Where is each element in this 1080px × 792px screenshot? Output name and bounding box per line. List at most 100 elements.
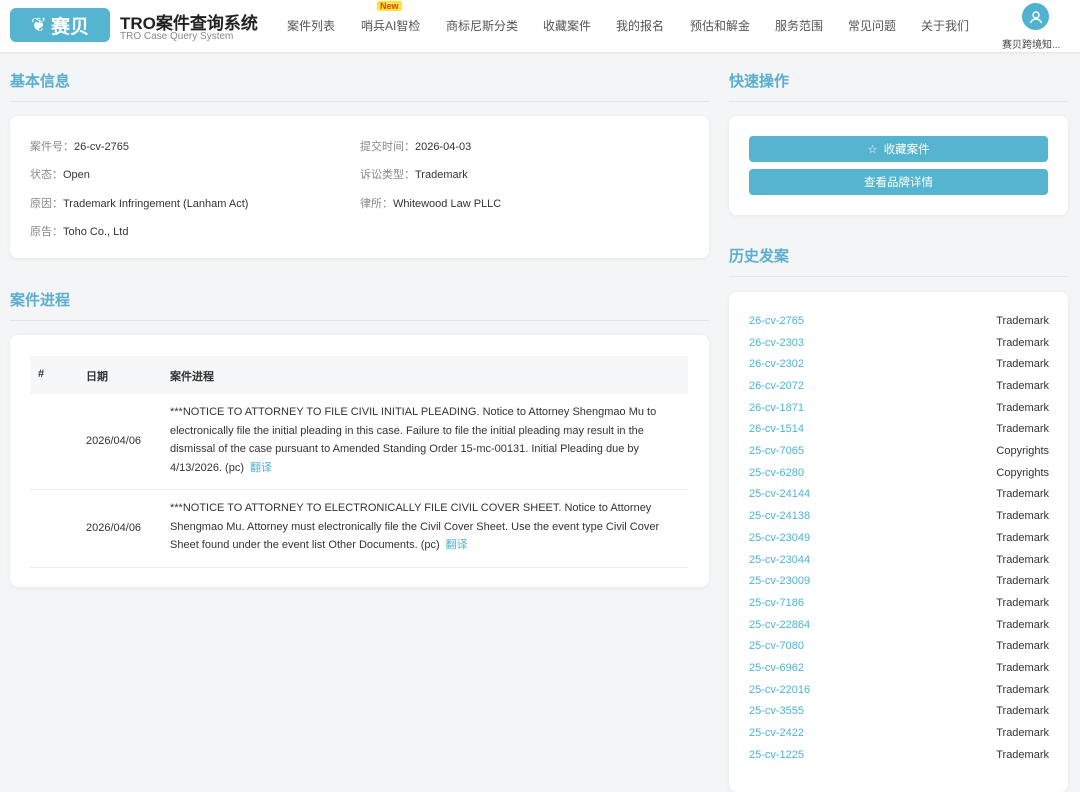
- history-item: 25-cv-6280 Copyrights: [749, 462, 1049, 484]
- history-item: 26-cv-2302 Trademark: [749, 353, 1049, 375]
- case-link[interactable]: 25-cv-6962: [749, 662, 804, 674]
- history-item: 26-cv-2303 Trademark: [749, 332, 1049, 354]
- case-type: Trademark: [996, 662, 1049, 675]
- case-link[interactable]: 26-cv-1871: [749, 402, 804, 414]
- field-value: Trademark Infringement (Lanham Act): [63, 198, 249, 210]
- case-type: Copyrights: [996, 466, 1049, 479]
- brand-details-button[interactable]: 查看品牌详情: [749, 169, 1048, 195]
- case-link[interactable]: 26-cv-2303: [749, 337, 804, 349]
- case-type: Trademark: [996, 618, 1049, 631]
- case-link[interactable]: 25-cv-7186: [749, 597, 804, 609]
- history-item: 25-cv-23044 Trademark: [749, 549, 1049, 571]
- case-link[interactable]: 25-cv-23009: [749, 575, 810, 587]
- info-field: 诉讼类型：Trademark: [360, 166, 468, 182]
- case-type: Copyrights: [996, 445, 1049, 458]
- case-link[interactable]: 26-cv-2765: [749, 315, 804, 327]
- history-item: 25-cv-3555 Trademark: [749, 701, 1049, 723]
- nav-item[interactable]: 案件列表: [287, 17, 335, 34]
- case-type: Trademark: [996, 510, 1049, 523]
- divider: [729, 101, 1068, 102]
- nav-item[interactable]: 常见问题: [848, 17, 896, 34]
- progress-card: # 日期 案件进程 2026/04/06 ***NOTICE TO ATTORN…: [10, 335, 709, 587]
- app-subtitle: TRO Case Query System: [120, 31, 234, 42]
- history-title: 历史发案: [729, 248, 790, 265]
- translate-link[interactable]: 翻译: [250, 462, 272, 474]
- case-link[interactable]: 25-cv-22016: [749, 684, 810, 696]
- quick-actions-card: ☆ 收藏案件 查看品牌详情: [729, 116, 1068, 215]
- case-link[interactable]: 25-cv-3555: [749, 705, 804, 717]
- history-item: 25-cv-22864 Trademark: [749, 614, 1049, 636]
- field-label: 律所：: [360, 198, 393, 210]
- case-link[interactable]: 25-cv-2422: [749, 727, 804, 739]
- translate-link[interactable]: 翻译: [446, 539, 468, 551]
- history-card: 26-cv-2765 Trademark 26-cv-2303 Trademark 26…: [729, 292, 1068, 792]
- divider: [10, 101, 709, 102]
- case-link[interactable]: 25-cv-1225: [749, 749, 804, 761]
- row-text: ***NOTICE TO ATTORNEY TO FILE CIVIL INIT…: [170, 403, 685, 477]
- progress-title: 案件进程: [10, 292, 71, 309]
- history-item: 25-cv-22016 Trademark: [749, 679, 1049, 701]
- col-progress: 案件进程: [170, 371, 214, 383]
- info-field: 律所：Whitewood Law PLLC: [360, 195, 501, 211]
- table-row: 2026/04/06 ***NOTICE TO ATTORNEY TO FILE…: [30, 394, 688, 490]
- case-link[interactable]: 25-cv-7065: [749, 445, 804, 457]
- case-link[interactable]: 25-cv-24138: [749, 510, 810, 522]
- history-item: 25-cv-23009 Trademark: [749, 570, 1049, 592]
- case-type: Trademark: [996, 358, 1049, 371]
- nav-item[interactable]: 服务范围: [775, 17, 823, 34]
- field-value: Whitewood Law PLLC: [393, 198, 502, 210]
- case-type: Trademark: [996, 336, 1049, 349]
- nav-item[interactable]: 预估和解金: [690, 17, 750, 34]
- case-type: Trademark: [996, 596, 1049, 609]
- info-field: 状态：Open: [30, 166, 90, 182]
- nav-item[interactable]: 我的报名: [616, 17, 664, 34]
- new-badge: New: [377, 1, 402, 11]
- case-link[interactable]: 26-cv-2302: [749, 358, 804, 370]
- case-link[interactable]: 26-cv-1514: [749, 423, 804, 435]
- favorite-case-button[interactable]: ☆ 收藏案件: [749, 136, 1048, 162]
- field-value: 26-cv-2765: [74, 141, 130, 153]
- case-link[interactable]: 25-cv-24144: [749, 488, 810, 500]
- progress-text: ***NOTICE TO ATTORNEY TO ELECTRONICALLY …: [170, 502, 660, 551]
- progress-text: ***NOTICE TO ATTORNEY TO FILE CIVIL INIT…: [170, 406, 657, 474]
- quick-actions-title: 快速操作: [729, 73, 790, 90]
- case-link[interactable]: 25-cv-7080: [749, 640, 804, 652]
- case-link[interactable]: 25-cv-6280: [749, 467, 804, 479]
- case-type: Trademark: [996, 379, 1049, 392]
- nav-item[interactable]: 收藏案件: [543, 17, 591, 34]
- basic-info-title: 基本信息: [10, 73, 71, 90]
- logo[interactable]: ❦ 赛贝: [10, 8, 110, 42]
- case-type: Trademark: [996, 683, 1049, 696]
- field-label: 原告：: [30, 226, 63, 238]
- history-item: 25-cv-24138 Trademark: [749, 505, 1049, 527]
- case-type: Trademark: [996, 575, 1049, 588]
- info-field: 案件号：26-cv-2765: [30, 138, 129, 154]
- field-label: 状态：: [30, 169, 63, 181]
- info-field: 原因：Trademark Infringement (Lanham Act): [30, 195, 248, 211]
- case-link[interactable]: 25-cv-23049: [749, 532, 810, 544]
- history-item: 25-cv-24144 Trademark: [749, 484, 1049, 506]
- case-link[interactable]: 25-cv-22864: [749, 619, 810, 631]
- user-avatar[interactable]: [1022, 3, 1049, 30]
- history-item: 26-cv-2072 Trademark: [749, 375, 1049, 397]
- case-type: Trademark: [996, 401, 1049, 414]
- case-link[interactable]: 26-cv-2072: [749, 380, 804, 392]
- field-label: 案件号：: [30, 141, 74, 153]
- case-type: Trademark: [996, 705, 1049, 718]
- nav-item[interactable]: 关于我们: [921, 17, 969, 34]
- table-row: 2026/04/06 ***NOTICE TO ATTORNEY TO ELEC…: [30, 490, 688, 568]
- field-value: Toho Co., Ltd: [63, 226, 129, 238]
- user-name[interactable]: 赛贝跨境知...: [1002, 36, 1060, 51]
- nav-item[interactable]: 哨兵AI智检: [361, 17, 420, 34]
- row-text: ***NOTICE TO ATTORNEY TO ELECTRONICALLY …: [170, 499, 685, 555]
- basic-info-card: 案件号：26-cv-2765 提交时间：2026-04-03 状态：Open 诉讼类型…: [10, 116, 709, 258]
- divider: [10, 320, 709, 321]
- nav-item[interactable]: 商标尼斯分类: [446, 17, 518, 34]
- case-type: Trademark: [996, 423, 1049, 436]
- user-icon: [1029, 10, 1042, 23]
- case-link[interactable]: 25-cv-23044: [749, 554, 810, 566]
- history-item: 25-cv-23049 Trademark: [749, 527, 1049, 549]
- info-field: 提交时间：2026-04-03: [360, 138, 471, 154]
- case-type: Trademark: [996, 640, 1049, 653]
- case-type: Trademark: [996, 531, 1049, 544]
